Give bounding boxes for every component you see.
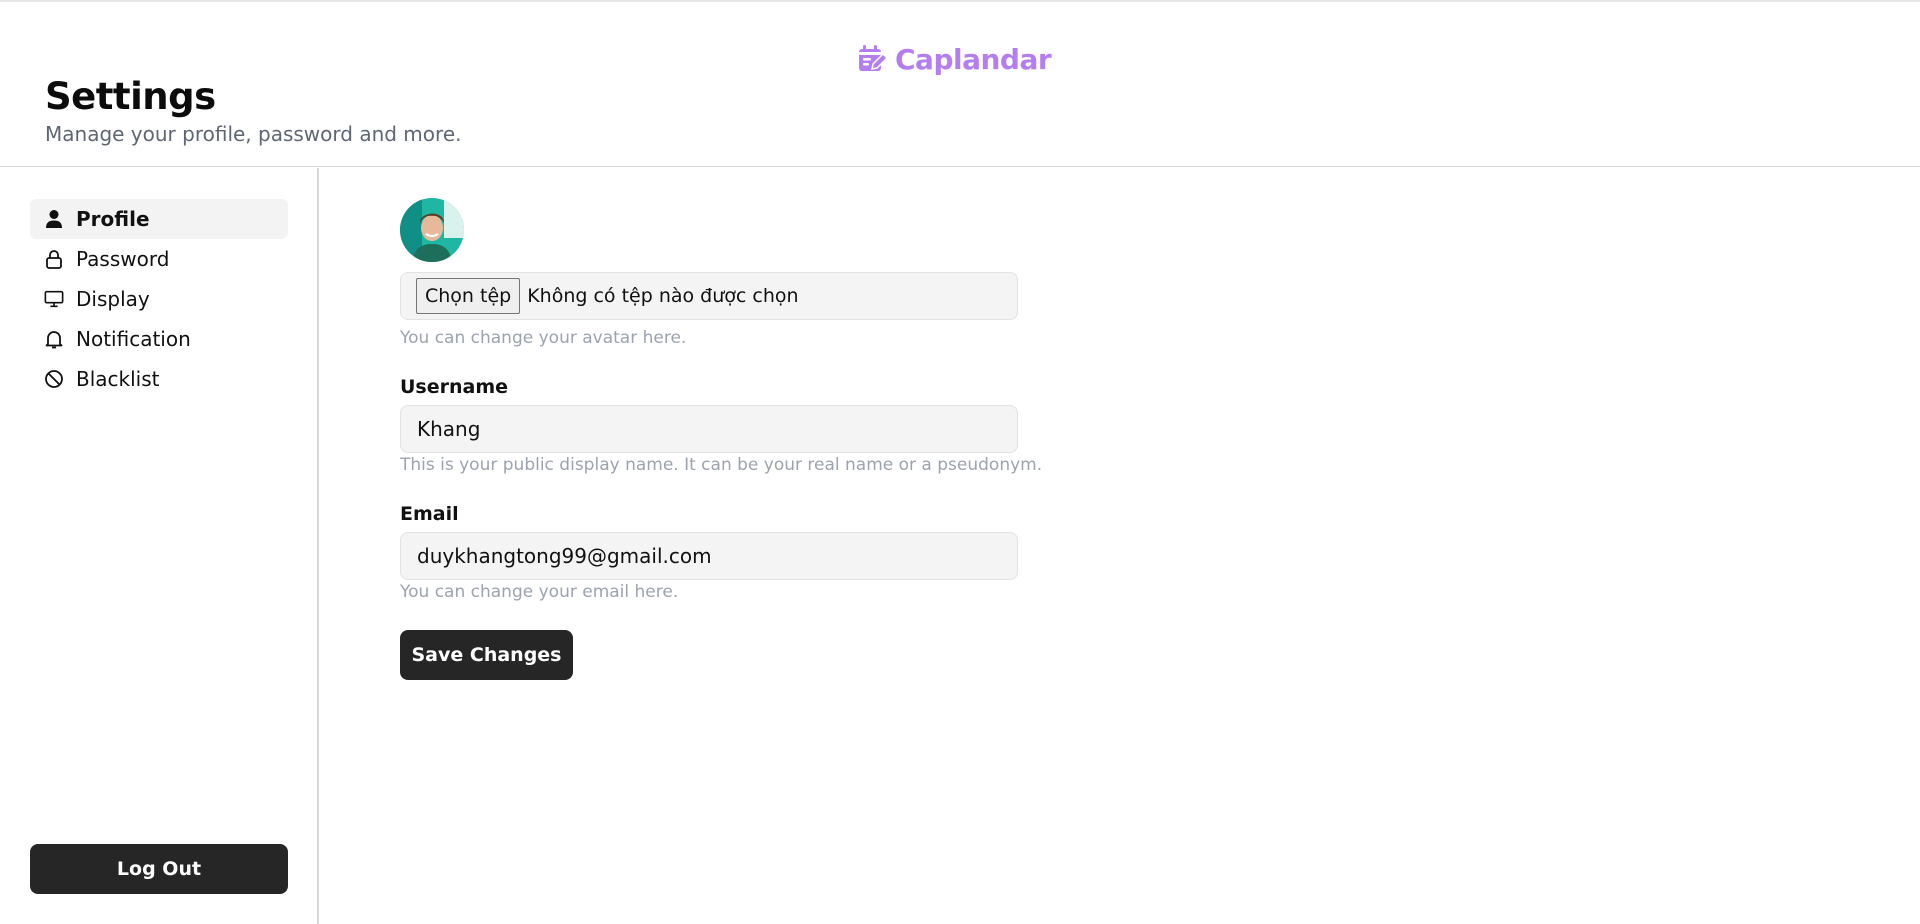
- user-icon: [44, 209, 64, 229]
- profile-settings-panel: Chọn tệp Không có tệp nào được chọn You …: [321, 168, 1920, 924]
- sidebar-item-label: Profile: [76, 207, 150, 231]
- brand-logo[interactable]: Caplandar: [855, 42, 1052, 76]
- page-subtitle: Manage your profile, password and more.: [45, 122, 462, 146]
- sidebar-item-label: Display: [76, 287, 150, 311]
- brand-name: Caplandar: [895, 42, 1052, 76]
- save-changes-button[interactable]: Save Changes: [400, 630, 573, 680]
- sidebar-item-display[interactable]: Display: [30, 279, 288, 319]
- settings-sidebar: Profile Password Display Notification Bl…: [0, 168, 319, 924]
- logout-button[interactable]: Log Out: [30, 844, 288, 894]
- page-header: Caplandar Settings Manage your profile, …: [0, 2, 1920, 167]
- sidebar-item-password[interactable]: Password: [30, 239, 288, 279]
- sidebar-item-label: Password: [76, 247, 170, 271]
- username-label: Username: [400, 376, 509, 398]
- email-field-box: [400, 532, 1018, 580]
- email-label: Email: [400, 503, 459, 525]
- choose-file-button[interactable]: Chọn tệp: [416, 278, 521, 314]
- email-hint: You can change your email here.: [400, 582, 679, 602]
- username-input[interactable]: [401, 406, 1017, 452]
- username-field-box: [400, 405, 1018, 453]
- sidebar-item-label: Blacklist: [76, 367, 160, 391]
- sidebar-item-label: Notification: [76, 327, 191, 351]
- lock-icon: [44, 249, 64, 269]
- ban-icon: [44, 369, 64, 389]
- page-title: Settings: [45, 75, 216, 118]
- avatar-hint: You can change your avatar here.: [400, 328, 687, 348]
- bell-icon: [44, 329, 64, 349]
- sidebar-item-blacklist[interactable]: Blacklist: [30, 359, 288, 399]
- calendar-edit-icon: [855, 42, 889, 76]
- email-input[interactable]: [401, 533, 1017, 579]
- monitor-icon: [44, 289, 64, 309]
- sidebar-item-notification[interactable]: Notification: [30, 319, 288, 359]
- avatar-file-input: Chọn tệp Không có tệp nào được chọn: [400, 272, 1018, 320]
- username-hint: This is your public display name. It can…: [400, 455, 1043, 475]
- sidebar-item-profile[interactable]: Profile: [30, 199, 288, 239]
- file-status-text: Không có tệp nào được chọn: [527, 285, 799, 307]
- avatar: [400, 198, 464, 262]
